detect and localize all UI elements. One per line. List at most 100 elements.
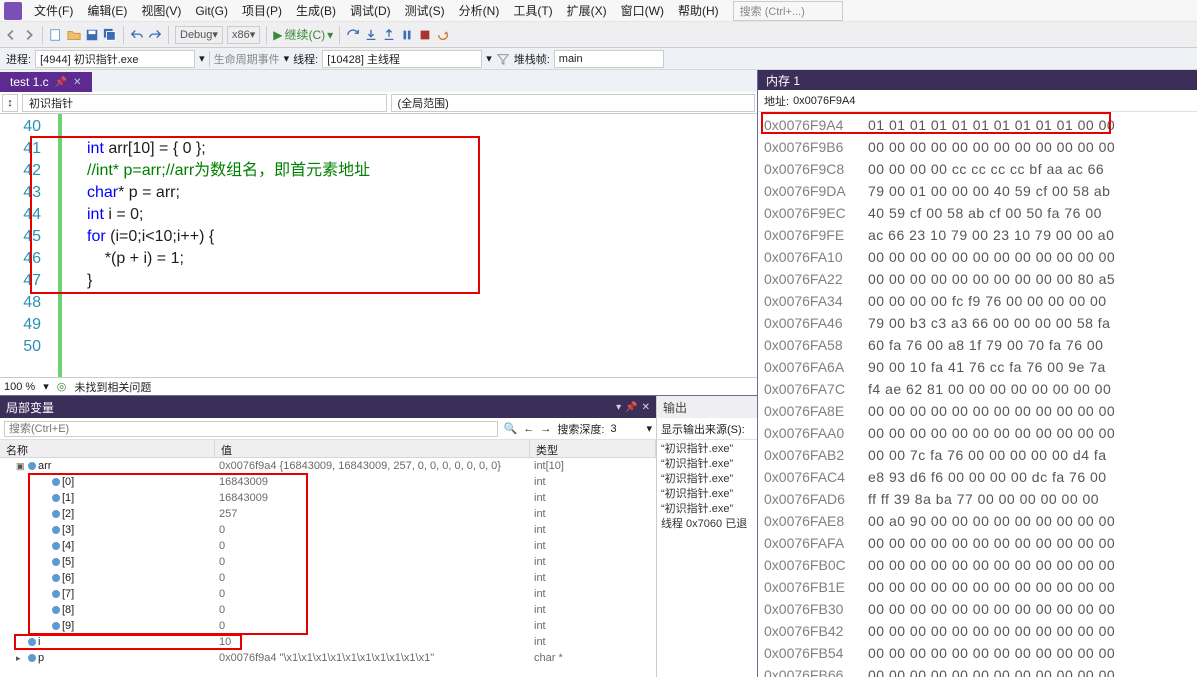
thread-dropdown[interactable]: [10428] 主线程 [322, 50, 482, 68]
menu-extensions[interactable]: 扩展(X) [561, 0, 613, 21]
zoom-level[interactable]: 100 % [4, 381, 35, 393]
locals-search-row: 🔍←→ 搜索深度: 3▾ [0, 418, 656, 440]
launch-search[interactable]: 搜索 (Ctrl+...) [733, 1, 843, 21]
stackframe-dropdown[interactable]: main [554, 50, 664, 68]
pin-icon[interactable]: 📌 [55, 77, 67, 88]
process-dropdown[interactable]: [4944] 初识指针.exe [35, 50, 195, 68]
tab-test1c[interactable]: test 1.c 📌 ✕ [0, 72, 92, 92]
undo-icon[interactable] [130, 28, 144, 42]
output-source-row: 显示输出来源(S): [657, 418, 757, 440]
memory-row: 0x0076FAE800 a0 90 00 00 00 00 00 00 00 … [764, 510, 1191, 532]
save-all-icon[interactable] [103, 28, 117, 42]
open-icon[interactable] [67, 28, 81, 42]
locals-panel: 局部变量 ▾📌✕ 🔍←→ 搜索深度: 3▾ 名称 值 类型 ▣ a [0, 396, 656, 677]
save-icon[interactable] [85, 28, 99, 42]
memory-address-bar: 地址: 0x0076F9A4 [758, 90, 1197, 112]
forward-icon[interactable] [22, 28, 36, 42]
memory-row: 0x0076FB3000 00 00 00 00 00 00 00 00 00 … [764, 598, 1191, 620]
memory-row: 0x0076FA6A90 00 10 fa 41 76 cc fa 76 00 … [764, 356, 1191, 378]
table-row[interactable]: ▣ arr0x0076f9a4 {16843009, 16843009, 257… [0, 458, 656, 474]
function-scope-dropdown[interactable]: (全局范围) [391, 94, 756, 112]
table-row[interactable]: [6]0int [0, 570, 656, 586]
memory-row: 0x0076F9EC40 59 cf 00 58 ab cf 00 50 fa … [764, 202, 1191, 224]
close-icon[interactable]: ✕ [73, 77, 81, 88]
table-row[interactable]: [0]16843009int [0, 474, 656, 490]
menu-tools[interactable]: 工具(T) [507, 0, 558, 21]
memory-header: 内存 1 [758, 70, 1197, 90]
addr-value[interactable]: 0x0076F9A4 [793, 95, 855, 107]
table-row[interactable]: [2]257int [0, 506, 656, 522]
issues-text: 未找到相关问题 [74, 379, 151, 395]
change-margin [55, 114, 67, 377]
editor-status: 100 %▾ ◎ 未找到相关问题 [0, 377, 757, 395]
close-icon[interactable]: ✕ [642, 402, 650, 413]
filter-icon[interactable] [496, 52, 510, 66]
thread-label: 线程: [293, 51, 318, 67]
menu-bar: 文件(F) 编辑(E) 视图(V) Git(G) 项目(P) 生成(B) 调试(… [0, 0, 1197, 22]
platform-dropdown[interactable]: x86 ▾ [227, 26, 260, 44]
menu-git[interactable]: Git(G) [189, 2, 234, 20]
stop-icon[interactable] [418, 28, 432, 42]
menu-analyze[interactable]: 分析(N) [453, 0, 506, 21]
table-row[interactable]: [8]0int [0, 602, 656, 618]
output-panel: 输出 显示输出来源(S): “初识指针.exe”“初识指针.exe”“初识指针.… [656, 396, 757, 677]
menu-file[interactable]: 文件(F) [28, 0, 79, 21]
menu-view[interactable]: 视图(V) [135, 0, 187, 21]
step-into-icon[interactable] [364, 28, 378, 42]
step-out-icon[interactable] [382, 28, 396, 42]
back-icon[interactable] [4, 28, 18, 42]
dropdown-icon[interactable]: ▾ [616, 402, 621, 413]
continue-button[interactable]: ▶ 继续(C) ▾ [273, 26, 333, 43]
table-row[interactable]: [3]0int [0, 522, 656, 538]
redo-icon[interactable] [148, 28, 162, 42]
code-editor[interactable]: 404142 434445 464748 4950 int arr[10] = … [0, 114, 757, 377]
code-area[interactable]: int arr[10] = { 0 };//int* p=arr;//arr为数… [67, 114, 757, 377]
menu-debug[interactable]: 调试(D) [344, 0, 397, 21]
main-toolbar: Debug ▾ x86 ▾ ▶ 继续(C) ▾ [0, 22, 1197, 48]
depth-dropdown[interactable]: 3 [610, 423, 640, 435]
output-header: 输出 [657, 396, 757, 418]
col-value[interactable]: 值 [215, 440, 530, 457]
table-row[interactable]: i10int [0, 634, 656, 650]
memory-row: 0x0076FB5400 00 00 00 00 00 00 00 00 00 … [764, 642, 1191, 664]
col-type[interactable]: 类型 [530, 440, 656, 457]
menu-test[interactable]: 测试(S) [399, 0, 451, 21]
lifecycle-label: 生命周期事件 [214, 51, 280, 67]
menu-window[interactable]: 窗口(W) [615, 0, 670, 21]
step-over-icon[interactable] [346, 28, 360, 42]
memory-row: 0x0076FAFA00 00 00 00 00 00 00 00 00 00 … [764, 532, 1191, 554]
memory-row: 0x0076FAC4e8 93 d6 f6 00 00 00 00 dc fa … [764, 466, 1191, 488]
new-icon[interactable] [49, 28, 63, 42]
table-row[interactable]: [7]0int [0, 586, 656, 602]
vs-logo-icon [4, 2, 22, 20]
table-row[interactable]: [5]0int [0, 554, 656, 570]
memory-row: 0x0076FA3400 00 00 00 fc f9 76 00 00 00 … [764, 290, 1191, 312]
stackframe-label: 堆栈帧: [514, 51, 550, 67]
pin-icon[interactable]: 📌 [625, 402, 637, 413]
pause-icon[interactable] [400, 28, 414, 42]
col-name[interactable]: 名称 [0, 440, 215, 457]
locals-search-input[interactable] [4, 421, 498, 437]
locals-header: 局部变量 ▾📌✕ [0, 396, 656, 418]
memory-row: 0x0076FA8E00 00 00 00 00 00 00 00 00 00 … [764, 400, 1191, 422]
table-row[interactable]: [9]0int [0, 618, 656, 634]
memory-row: 0x0076FB0C00 00 00 00 00 00 00 00 00 00 … [764, 554, 1191, 576]
config-dropdown[interactable]: Debug ▾ [175, 26, 223, 44]
memory-row: 0x0076F9A401 01 01 01 01 01 01 01 01 01 … [764, 114, 1191, 136]
table-row[interactable]: ▸ p0x0076f9a4 "\x1\x1\x1\x1\x1\x1\x1\x1\… [0, 650, 656, 666]
restart-icon[interactable] [436, 28, 450, 42]
table-row[interactable]: [4]0int [0, 538, 656, 554]
menu-build[interactable]: 生成(B) [290, 0, 342, 21]
project-scope-dropdown[interactable]: 初识指针 [22, 94, 387, 112]
locals-rows[interactable]: ▣ arr0x0076f9a4 {16843009, 16843009, 257… [0, 458, 656, 677]
output-body[interactable]: “初识指针.exe”“初识指针.exe”“初识指针.exe”“初识指针.exe”… [657, 440, 757, 677]
memory-row: 0x0076FA2200 00 00 00 00 00 00 00 00 00 … [764, 268, 1191, 290]
memory-grid[interactable]: 0x0076F9A401 01 01 01 01 01 01 01 01 01 … [758, 112, 1197, 677]
issues-ok-icon: ◎ [57, 380, 67, 393]
menu-project[interactable]: 项目(P) [236, 0, 288, 21]
process-label: 进程: [6, 51, 31, 67]
nav-icon[interactable]: ↕ [2, 94, 18, 112]
table-row[interactable]: [1]16843009int [0, 490, 656, 506]
menu-edit[interactable]: 编辑(E) [81, 0, 133, 21]
menu-help[interactable]: 帮助(H) [672, 0, 725, 21]
